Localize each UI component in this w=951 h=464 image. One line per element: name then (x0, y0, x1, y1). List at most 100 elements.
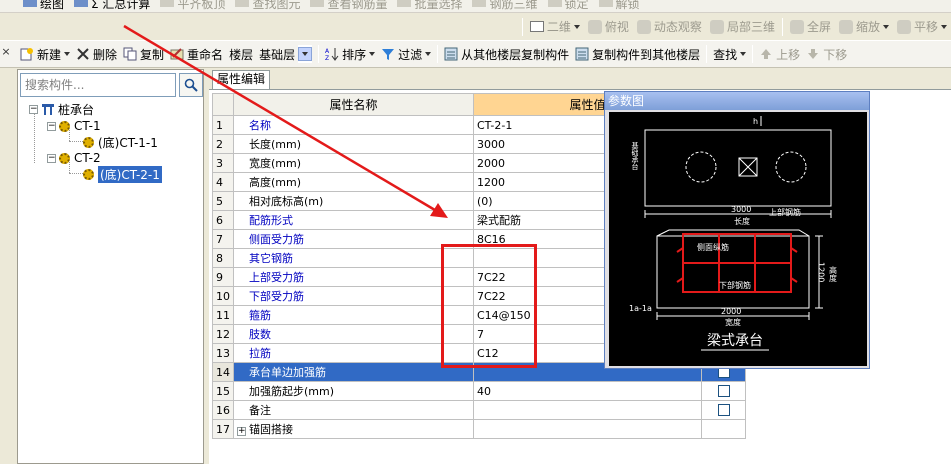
expand-toggle[interactable]: + (237, 427, 246, 436)
property-name: 备注 (249, 404, 271, 417)
move-down-button[interactable]: 下移 (803, 43, 850, 65)
toolbar-top-label: 锁定 (564, 0, 589, 11)
collapse-toggle[interactable]: − (47, 121, 56, 131)
property-extra-cell[interactable] (701, 400, 746, 420)
toolbar-top-item[interactable]: 查找图元 (230, 0, 305, 11)
property-name-cell[interactable]: 相对底标高(m) (233, 191, 474, 211)
rebar-3d-icon (472, 0, 487, 7)
toolbar-top-label: 查看钢筋量 (327, 0, 388, 11)
property-value-cell[interactable] (473, 419, 702, 439)
floor-select-arrow[interactable] (298, 45, 313, 63)
toolbar-top-item[interactable]: 绘图 (18, 0, 69, 11)
toolbar-top-item[interactable]: 批量选择 (392, 0, 467, 11)
tree-item-ct2-1[interactable]: (底)CT-2-1 (83, 165, 162, 183)
section-label: 1a-1a (629, 304, 652, 313)
rename-button[interactable]: 重命名 (167, 43, 226, 65)
property-extra-cell (701, 419, 746, 439)
view-mode-select[interactable]: 二维 (526, 16, 584, 38)
collapse-toggle[interactable]: − (47, 153, 56, 163)
floor-select[interactable]: 基础层 (256, 43, 315, 65)
tree-item-ct1-1[interactable]: (底)CT-1-1 (83, 134, 158, 150)
toolbar-top-label: Σ 汇总计算 (91, 0, 151, 11)
param-window-title[interactable]: 参数图 (605, 92, 869, 110)
arrow-up-icon (759, 47, 773, 61)
property-value-cell[interactable]: 40 (473, 381, 702, 401)
find-button[interactable]: 查找 (710, 43, 749, 65)
toolbar-top-item[interactable]: 平齐板顶 (155, 0, 230, 11)
copy-button[interactable]: 复制 (120, 43, 167, 65)
rename-label: 重命名 (187, 47, 224, 62)
view-toolbar-item[interactable]: 全屏 (786, 16, 835, 38)
property-name-cell[interactable]: 配筋形式 (233, 210, 474, 230)
property-name: 加强筋起步(mm) (249, 385, 335, 398)
param-diagram-window[interactable]: 参数图 h 基础承台 3000 长度 上部钢筋 侧面纵筋 下部钢筋 1200 高… (604, 91, 870, 369)
property-value-cell[interactable] (473, 400, 702, 420)
property-name: 其它钢筋 (249, 252, 293, 265)
grid-row[interactable]: 15 加强筋起步(mm) 40 (212, 381, 746, 401)
property-name-cell[interactable]: 其它钢筋 (233, 248, 474, 268)
property-name: 长度(mm) (249, 138, 302, 151)
property-name-cell[interactable]: 下部受力筋 (233, 286, 474, 306)
svg-text:A: A (325, 48, 330, 55)
property-name-cell[interactable]: 肢数 (233, 324, 474, 344)
tree-item-ct1[interactable]: − CT-1 (47, 118, 101, 134)
view-toolbar-item[interactable]: 平移 (893, 16, 951, 38)
toolbar-top-item[interactable]: 钢筋三维 (467, 0, 542, 11)
property-name-cell[interactable]: 名称 (233, 115, 474, 135)
property-name-cell[interactable]: 高度(mm) (233, 172, 474, 192)
tree-item-ct2[interactable]: − CT-2 (47, 150, 101, 166)
property-name-cell[interactable]: 加强筋起步(mm) (233, 381, 474, 401)
toolbar-top-item[interactable]: Σ 汇总计算 (69, 0, 155, 11)
grid-header-name[interactable]: 属性名称 (233, 93, 474, 116)
row-number: 8 (212, 248, 234, 268)
chevron-down-icon (740, 52, 747, 56)
view-toolbar-item[interactable]: 局部三维 (706, 16, 779, 38)
property-name-cell[interactable]: 上部受力筋 (233, 267, 474, 287)
copy-to-floor-button[interactable]: 复制构件到其他楼层 (572, 43, 703, 65)
search-input[interactable]: 搜索构件... (20, 73, 176, 97)
property-name-cell[interactable]: 宽度(mm) (233, 153, 474, 173)
view-toolbar-item[interactable]: 缩放 (835, 16, 893, 38)
grid-row[interactable]: 17 + 锚固搭接 (212, 419, 746, 439)
move-up-button[interactable]: 上移 (756, 43, 803, 65)
tree-child-label-selected: (底)CT-2-1 (98, 165, 162, 183)
property-name-cell[interactable]: 拉筋 (233, 343, 474, 363)
pile-cap-icon (41, 102, 55, 116)
chevron-down-icon (425, 52, 432, 56)
new-button[interactable]: 新建 (17, 43, 73, 65)
tree-item-root[interactable]: − 桩承台 (29, 101, 94, 117)
toolbar-top-item[interactable]: 解锁 (594, 0, 645, 11)
property-name-cell[interactable]: + 锚固搭接 (233, 419, 474, 439)
property-name-cell[interactable]: 承台单边加强筋 (233, 362, 474, 382)
toolbar-top-item[interactable]: 锁定 (543, 0, 594, 11)
copy-from-floor-button[interactable]: 从其他楼层复制构件 (441, 43, 572, 65)
filter-button[interactable]: 过滤 (378, 43, 434, 65)
view-rebar-icon (310, 0, 325, 7)
property-name-cell[interactable]: 侧面受力筋 (233, 229, 474, 249)
property-name: 宽度(mm) (249, 157, 302, 170)
grid-row[interactable]: 16 备注 (212, 400, 746, 420)
sort-button[interactable]: AZ 排序 (322, 43, 378, 65)
tab-property-edit[interactable]: 属性编辑 (212, 70, 271, 89)
property-checkbox[interactable] (717, 404, 730, 416)
property-name-cell[interactable]: 箍筋 (233, 305, 474, 325)
dropdown-triangle (302, 52, 309, 56)
toolbar-separator (781, 17, 783, 36)
collapse-toggle[interactable]: − (29, 104, 38, 114)
view-toolbar-label: 局部三维 (726, 20, 775, 34)
component-icon (59, 152, 70, 164)
property-name-cell[interactable]: 备注 (233, 400, 474, 420)
property-name-cell[interactable]: 长度(mm) (233, 134, 474, 154)
view-toolbar-item[interactable]: 动态观察 (633, 16, 706, 38)
tree-group-label: CT-1 (74, 119, 101, 133)
close-panel-button[interactable]: × (0, 45, 12, 59)
property-extra-cell[interactable] (701, 381, 746, 401)
property-checkbox[interactable] (717, 385, 730, 397)
view-toolbar-label: 全屏 (806, 20, 831, 34)
toolbar-top-item[interactable]: 查看钢筋量 (305, 0, 392, 11)
delete-button[interactable]: 删除 (73, 43, 120, 65)
search-button[interactable] (179, 73, 203, 97)
view-toolbar-item[interactable]: 俯视 (584, 16, 633, 38)
property-name: 锚固搭接 (249, 423, 293, 436)
component-toolbar: 新建 删除 复制 重命名 楼层 基础层 AZ 排序 过滤 从其他楼层复制构件 复… (0, 40, 951, 68)
